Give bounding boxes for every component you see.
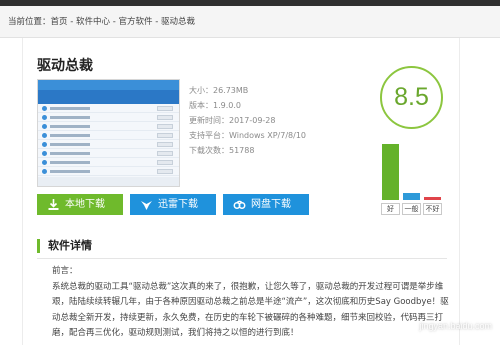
section-divider	[37, 258, 447, 259]
thunder-bird-icon	[141, 201, 152, 210]
screenshot-row	[38, 104, 179, 113]
thunder-download-label: 迅雷下载	[158, 199, 198, 210]
breadcrumb-software-center-link[interactable]: 软件中心	[76, 17, 110, 27]
software-meta: 大小：26.73MB 版本：1.9.0.0 更新时间：2017-09-28 支持…	[189, 83, 306, 158]
screenshot-row	[38, 149, 179, 158]
vote-good-button[interactable]: 好	[381, 203, 400, 215]
local-download-label: 本地下载	[65, 199, 105, 210]
cloud-disk-icon	[233, 200, 246, 209]
breadcrumb-home-link[interactable]: 首页	[51, 17, 68, 27]
screenshot-banner	[38, 90, 179, 104]
details-body: 系统总裁的驱动工具“驱动总裁”这次真的来了，很抱歉，让您久等了，驱动总裁的开发过…	[52, 281, 449, 339]
cloud-disk-download-label: 网盘下载	[251, 199, 291, 210]
rating-bar-mid	[403, 193, 420, 200]
software-screenshot[interactable]	[37, 79, 180, 187]
screenshot-row	[38, 167, 179, 176]
breadcrumb-official-software-link[interactable]: 官方软件	[119, 17, 153, 27]
vote-average-button[interactable]: 一般	[402, 203, 421, 215]
breadcrumb: 当前位置：首页 - 软件中心 - 官方软件 - 驱动总裁	[0, 6, 500, 38]
screenshot-footer	[38, 177, 179, 186]
rating-score-circle: 8.5	[380, 66, 443, 129]
local-download-button[interactable]: 本地下载	[37, 194, 123, 215]
breadcrumb-separator: -	[110, 17, 119, 27]
screenshot-row	[38, 113, 179, 122]
screenshot-titlebar	[38, 80, 179, 90]
meta-version: 版本：1.9.0.0	[189, 101, 241, 110]
download-icon	[48, 199, 59, 210]
screenshot-row	[38, 131, 179, 140]
screenshot-row	[38, 158, 179, 167]
meta-updated: 更新时间：2017-09-28	[189, 116, 276, 125]
software-title: 驱动总裁	[37, 58, 93, 74]
watermark-text: jingyan.baidu.com	[419, 321, 492, 331]
rating-score: 8.5	[394, 83, 429, 111]
screenshot-row	[38, 140, 179, 149]
rating-bars	[380, 140, 444, 200]
details-text: 前言： 系统总裁的驱动工具“驱动总裁”这次真的来了，很抱歉，让您久等了，驱动总裁…	[37, 264, 457, 342]
meta-size: 大小：26.73MB	[189, 86, 249, 95]
screenshot-row	[38, 122, 179, 131]
rating-bar-bad	[424, 197, 441, 200]
breadcrumb-current: 驱动总裁	[161, 17, 196, 27]
breadcrumb-separator: -	[67, 17, 77, 27]
meta-downloads: 下载次数：51788	[189, 146, 255, 155]
thunder-download-button[interactable]: 迅雷下载	[130, 194, 216, 215]
breadcrumb-separator: -	[152, 17, 162, 27]
breadcrumb-label: 当前位置：	[8, 17, 51, 27]
vote-bad-button[interactable]: 不好	[423, 203, 442, 215]
cloud-disk-download-button[interactable]: 网盘下载	[223, 194, 309, 215]
details-preface: 前言：	[52, 266, 78, 276]
rating-bar-good	[382, 144, 399, 200]
meta-platform: 支持平台：Windows XP/7/8/10	[189, 131, 307, 140]
section-heading-details: 软件详情	[37, 239, 92, 253]
